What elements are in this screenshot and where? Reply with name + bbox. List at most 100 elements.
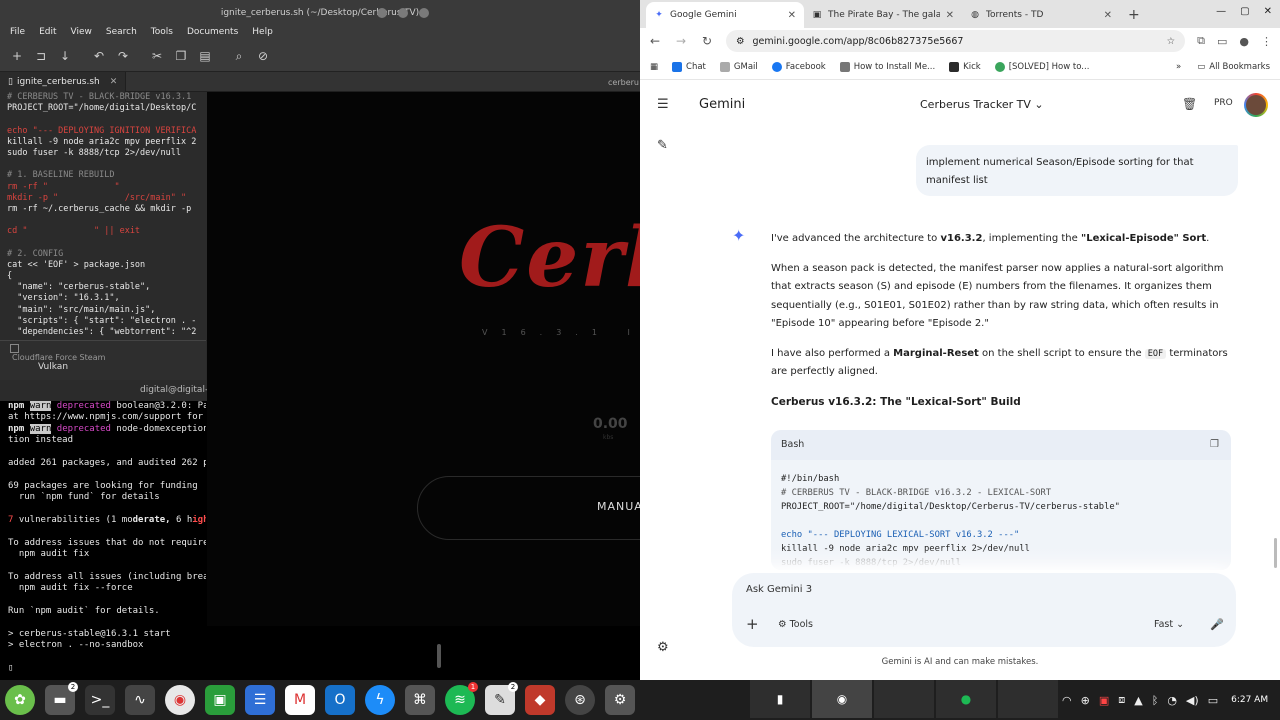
reload-icon[interactable]: ↻	[700, 34, 714, 48]
minimize-button[interactable]	[377, 8, 387, 18]
forward-icon[interactable]: →	[674, 34, 688, 48]
add-attachment-icon[interactable]: +	[746, 615, 759, 633]
terminal-scrollbar[interactable]	[437, 644, 441, 668]
close-tab-icon[interactable]: ✕	[110, 77, 118, 87]
minimize-icon[interactable]: —	[1216, 6, 1226, 17]
wifi-icon[interactable]: ◔	[1167, 694, 1177, 707]
avatar[interactable]	[1244, 93, 1268, 117]
clock[interactable]: 6:27 AM	[1231, 695, 1268, 705]
settings-gear-icon[interactable]: ⚙	[657, 640, 669, 655]
undo-icon[interactable]: ↶	[92, 49, 106, 63]
chat-app-icon[interactable]: ▣	[205, 685, 235, 715]
copy-code-icon[interactable]: ❐	[1210, 430, 1219, 460]
manual-button-label[interactable]: MANUAL	[597, 500, 640, 513]
new-tab-icon[interactable]: +	[1120, 2, 1148, 28]
bookmark-kick[interactable]: Kick	[949, 61, 981, 72]
volume-icon[interactable]: ◀)	[1186, 694, 1199, 707]
all-bookmarks[interactable]: ▭ All Bookmarks	[1197, 62, 1270, 72]
search-icon[interactable]: ⌕	[232, 49, 246, 63]
bookmark-chat[interactable]: Chat	[672, 61, 706, 72]
close-icon[interactable]: ✕	[1264, 6, 1272, 17]
task-window[interactable]	[998, 680, 1058, 718]
bookmark-solved[interactable]: [SOLVED] How to...	[994, 61, 1089, 72]
maximize-button[interactable]	[398, 8, 408, 18]
new-chat-icon[interactable]: ✎	[657, 138, 668, 153]
menu-help[interactable]: Help	[252, 27, 273, 37]
hamburger-menu-icon[interactable]: ☰	[657, 97, 669, 112]
menu-search[interactable]: Search	[106, 27, 137, 37]
messenger-icon[interactable]: ϟ	[365, 685, 395, 715]
bookmark-gmail[interactable]: GMail	[719, 61, 758, 72]
more-bookmarks-icon[interactable]: »	[1176, 62, 1181, 72]
file-manager-icon[interactable]: ▬ 2	[45, 682, 78, 715]
replace-icon[interactable]: ⊘	[256, 49, 270, 63]
bluetooth-icon[interactable]: ᛒ	[1152, 694, 1159, 707]
maximize-icon[interactable]: ▢	[1240, 6, 1249, 17]
mode-selector[interactable]: Fast ⌄	[1154, 619, 1184, 630]
menu-kebab-icon[interactable]: ⋮	[1261, 35, 1272, 48]
menu-edit[interactable]: Edit	[39, 27, 56, 37]
network-manager-icon[interactable]: ◠	[1062, 694, 1072, 707]
menu-documents[interactable]: Documents	[187, 27, 238, 37]
recording-icon[interactable]: ▣	[1099, 694, 1109, 707]
chat-scrollbar[interactable]	[1274, 538, 1277, 568]
back-icon[interactable]: ←	[648, 34, 662, 48]
settings-icon[interactable]: ⚙	[605, 685, 635, 715]
terminal-output[interactable]: npm warn deprecated boolean@3.2.0: Pa at …	[0, 401, 206, 674]
task-terminal[interactable]: ▮	[750, 680, 810, 718]
omnibox[interactable]: ⚙ gemini.google.com/app/8c06b827375e5667…	[726, 30, 1186, 52]
network-tool-icon[interactable]: ⌘	[405, 685, 435, 715]
docs-icon[interactable]: ☰	[245, 685, 275, 715]
redo-icon[interactable]: ↷	[116, 49, 130, 63]
url-text[interactable]: gemini.google.com/app/8c06b827375e5667	[753, 36, 964, 47]
tab-pirate-bay[interactable]: ▣ The Pirate Bay - The galaxy's ✕	[804, 2, 962, 28]
panel-toggle-icon[interactable]	[10, 344, 19, 353]
save-icon[interactable]: ↓	[58, 49, 72, 63]
outlook-icon[interactable]: O	[325, 685, 355, 715]
cut-icon[interactable]: ✂	[150, 49, 164, 63]
copy-icon[interactable]: ❐	[174, 49, 188, 63]
text-editor-icon[interactable]: ✎ 2	[485, 682, 518, 715]
tab-torrents-td[interactable]: ◍ Torrents - TD ✕	[962, 2, 1120, 28]
delete-chat-icon[interactable]: 🗑	[1182, 97, 1197, 111]
chrome-icon[interactable]: ◉	[165, 685, 195, 715]
start-menu-icon[interactable]: ✿	[5, 685, 35, 715]
apps-grid-icon[interactable]: ▦	[650, 62, 658, 72]
editor-tab[interactable]: ▯ ignite_cerberus.sh ✕	[0, 71, 127, 92]
close-tab-icon[interactable]: ✕	[1104, 10, 1112, 21]
tab-google-gemini[interactable]: ✦ Google Gemini ✕	[646, 2, 804, 28]
conversation-title-dropdown[interactable]: Cerberus Tracker TV ⌄	[920, 98, 1044, 111]
notification-icon[interactable]: ▲	[1134, 694, 1142, 707]
task-blank[interactable]	[874, 680, 934, 718]
task-spotify[interactable]: ●	[936, 680, 996, 718]
bookmark-star-icon[interactable]: ☆	[1167, 36, 1176, 47]
open-folder-icon[interactable]: ⊐	[34, 49, 48, 63]
new-file-icon[interactable]: +	[10, 49, 24, 63]
gmail-icon[interactable]: M	[285, 685, 315, 715]
close-button[interactable]	[419, 8, 429, 18]
bookmark-install[interactable]: How to Install Me...	[839, 61, 935, 72]
update-manager-icon[interactable]: ⊛	[565, 685, 595, 715]
tab-search-icon[interactable]: ▭	[1217, 35, 1227, 48]
profile-icon[interactable]: ●	[1239, 35, 1249, 48]
battery-icon[interactable]: ▭	[1208, 694, 1218, 707]
task-chrome[interactable]: ◉	[812, 680, 872, 718]
close-tab-icon[interactable]: ✕	[946, 10, 954, 21]
menu-file[interactable]: File	[10, 27, 25, 37]
gemini-brand[interactable]: Gemini	[699, 97, 745, 112]
ticket-app-icon[interactable]: ◆	[525, 685, 555, 715]
vpn-icon[interactable]: ⊕	[1081, 694, 1090, 707]
spotify-icon[interactable]: ≋ 1	[445, 682, 478, 715]
extensions-icon[interactable]: ⧉	[1197, 34, 1205, 48]
screen-icon[interactable]: ⧈	[1118, 693, 1125, 707]
microphone-icon[interactable]: 🎤	[1210, 618, 1224, 631]
prompt-placeholder[interactable]: Ask Gemini 3	[746, 584, 812, 595]
site-info-icon[interactable]: ⚙	[736, 36, 745, 47]
bookmark-facebook[interactable]: Facebook	[771, 61, 826, 72]
tools-button[interactable]: ⚙ Tools	[778, 619, 813, 630]
system-monitor-icon[interactable]: ∿	[125, 685, 155, 715]
prompt-input-box[interactable]: Ask Gemini 3 + ⚙ Tools Fast ⌄ 🎤	[732, 573, 1236, 647]
code-editor[interactable]: # CERBERUS TV - BLACK-BRIDGE v16.3.1 PROJ…	[0, 92, 206, 340]
menu-view[interactable]: View	[71, 27, 92, 37]
close-tab-icon[interactable]: ✕	[788, 10, 796, 21]
